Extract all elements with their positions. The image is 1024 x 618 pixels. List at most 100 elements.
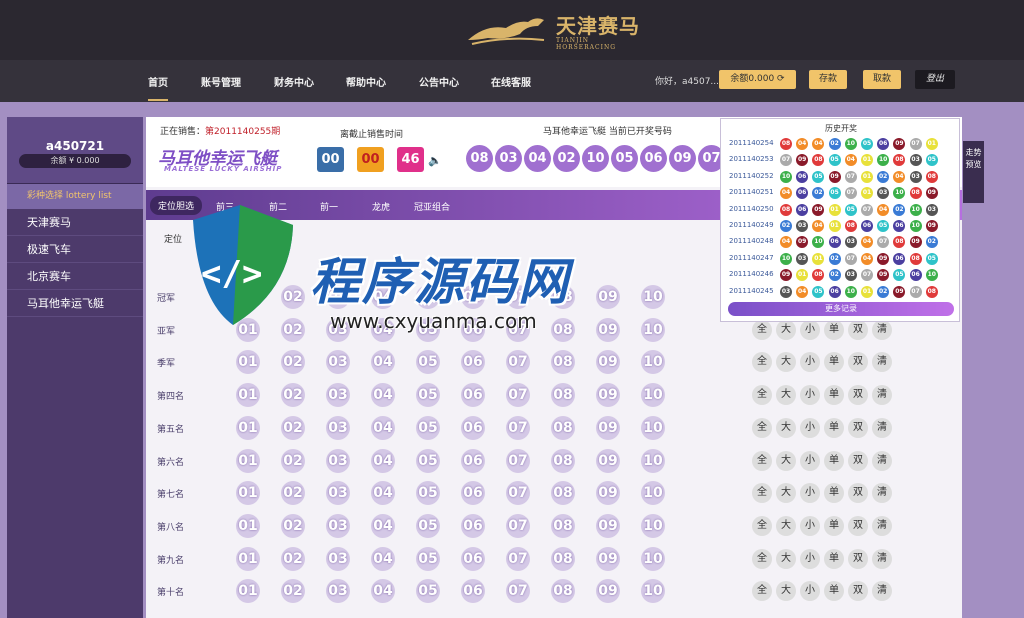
quick-select-button[interactable]: 大 <box>776 352 796 373</box>
deposit-button[interactable]: 存款 <box>809 70 847 89</box>
number-ball[interactable]: 06 <box>461 546 485 571</box>
number-ball[interactable]: 01 <box>236 513 260 538</box>
quick-select-button[interactable]: 大 <box>776 450 796 471</box>
number-ball[interactable]: 06 <box>461 415 485 440</box>
number-ball[interactable]: 04 <box>371 415 395 440</box>
sidebar-item-tianjin[interactable]: 天津赛马 <box>7 209 143 236</box>
quick-select-button[interactable]: 清 <box>872 385 892 406</box>
number-ball[interactable]: 10 <box>641 546 665 571</box>
quick-select-button[interactable]: 小 <box>800 548 820 569</box>
quick-select-button[interactable]: 全 <box>752 417 772 438</box>
quick-select-button[interactable]: 大 <box>776 581 796 602</box>
quick-select-button[interactable]: 小 <box>800 450 820 471</box>
quick-select-button[interactable]: 大 <box>776 483 796 504</box>
logout-button[interactable]: 登出 <box>915 70 955 89</box>
quick-select-button[interactable]: 单 <box>824 417 844 438</box>
quick-select-button[interactable]: 全 <box>752 548 772 569</box>
quick-select-button[interactable]: 单 <box>824 548 844 569</box>
quick-select-button[interactable]: 双 <box>848 385 868 406</box>
quick-select-button[interactable]: 小 <box>800 385 820 406</box>
quick-select-button[interactable]: 全 <box>752 450 772 471</box>
number-ball[interactable]: 01 <box>236 481 260 506</box>
quick-select-button[interactable]: 双 <box>848 515 868 536</box>
quick-select-button[interactable]: 双 <box>848 581 868 602</box>
number-ball[interactable]: 07 <box>506 481 530 506</box>
nav-home[interactable]: 首页 <box>148 74 168 101</box>
number-ball[interactable]: 05 <box>416 546 440 571</box>
quick-select-button[interactable]: 单 <box>824 483 844 504</box>
nav-notice[interactable]: 公告中心 <box>419 74 459 89</box>
number-ball[interactable]: 10 <box>641 317 665 342</box>
sidebar-item-malta[interactable]: 马耳他幸运飞艇 <box>7 290 143 317</box>
quick-select-button[interactable]: 单 <box>824 319 844 340</box>
number-ball[interactable]: 08 <box>551 579 575 604</box>
number-ball[interactable]: 06 <box>461 481 485 506</box>
quick-select-button[interactable]: 大 <box>776 548 796 569</box>
quick-select-button[interactable]: 单 <box>824 515 844 536</box>
number-ball[interactable]: 08 <box>551 481 575 506</box>
quick-select-button[interactable]: 清 <box>872 548 892 569</box>
number-ball[interactable]: 03 <box>326 415 350 440</box>
number-ball[interactable]: 10 <box>641 415 665 440</box>
number-ball[interactable]: 10 <box>641 513 665 538</box>
number-ball[interactable]: 09 <box>596 448 620 473</box>
number-ball[interactable]: 04 <box>371 481 395 506</box>
quick-select-button[interactable]: 小 <box>800 319 820 340</box>
quick-select-button[interactable]: 双 <box>848 548 868 569</box>
number-ball[interactable]: 06 <box>461 579 485 604</box>
quick-select-button[interactable]: 双 <box>848 352 868 373</box>
number-ball[interactable]: 01 <box>236 546 260 571</box>
number-ball[interactable]: 08 <box>551 415 575 440</box>
number-ball[interactable]: 05 <box>416 448 440 473</box>
number-ball[interactable]: 09 <box>596 513 620 538</box>
number-ball[interactable]: 02 <box>281 579 305 604</box>
number-ball[interactable]: 03 <box>326 513 350 538</box>
number-ball[interactable]: 07 <box>506 448 530 473</box>
sidebar-item-beijing[interactable]: 北京赛车 <box>7 263 143 290</box>
number-ball[interactable]: 09 <box>596 546 620 571</box>
nav-help[interactable]: 帮助中心 <box>346 74 386 89</box>
number-ball[interactable]: 01 <box>236 415 260 440</box>
number-ball[interactable]: 02 <box>281 448 305 473</box>
quick-select-button[interactable]: 小 <box>800 581 820 602</box>
number-ball[interactable]: 01 <box>236 579 260 604</box>
balance-button[interactable]: 余额0.000 ⟳ <box>719 70 796 89</box>
number-ball[interactable]: 03 <box>326 579 350 604</box>
number-ball[interactable]: 01 <box>236 448 260 473</box>
quick-select-button[interactable]: 小 <box>800 515 820 536</box>
number-ball[interactable]: 10 <box>641 350 665 375</box>
quick-select-button[interactable]: 全 <box>752 515 772 536</box>
nav-account[interactable]: 账号管理 <box>201 74 241 89</box>
quick-select-button[interactable]: 单 <box>824 450 844 471</box>
number-ball[interactable]: 07 <box>506 415 530 440</box>
quick-select-button[interactable]: 双 <box>848 483 868 504</box>
number-ball[interactable]: 06 <box>461 448 485 473</box>
quick-select-button[interactable]: 清 <box>872 483 892 504</box>
number-ball[interactable]: 10 <box>641 579 665 604</box>
quick-select-button[interactable]: 双 <box>848 417 868 438</box>
quick-select-button[interactable]: 大 <box>776 385 796 406</box>
number-ball[interactable]: 04 <box>371 448 395 473</box>
quick-select-button[interactable]: 全 <box>752 385 772 406</box>
number-ball[interactable]: 05 <box>416 481 440 506</box>
number-ball[interactable]: 02 <box>281 481 305 506</box>
withdraw-button[interactable]: 取款 <box>863 70 901 89</box>
quick-select-button[interactable]: 双 <box>848 450 868 471</box>
quick-select-button[interactable]: 单 <box>824 581 844 602</box>
number-ball[interactable]: 08 <box>551 448 575 473</box>
quick-select-button[interactable]: 双 <box>848 319 868 340</box>
quick-select-button[interactable]: 清 <box>872 581 892 602</box>
number-ball[interactable]: 02 <box>281 415 305 440</box>
number-ball[interactable]: 09 <box>596 481 620 506</box>
quick-select-button[interactable]: 单 <box>824 352 844 373</box>
number-ball[interactable]: 09 <box>596 579 620 604</box>
quick-select-button[interactable]: 清 <box>872 319 892 340</box>
quick-select-button[interactable]: 清 <box>872 450 892 471</box>
number-ball[interactable]: 08 <box>551 546 575 571</box>
number-ball[interactable]: 02 <box>281 513 305 538</box>
number-ball[interactable]: 10 <box>641 481 665 506</box>
nav-finance[interactable]: 财务中心 <box>274 74 314 89</box>
number-ball[interactable]: 07 <box>506 513 530 538</box>
quick-select-button[interactable]: 单 <box>824 385 844 406</box>
number-ball[interactable]: 05 <box>416 579 440 604</box>
